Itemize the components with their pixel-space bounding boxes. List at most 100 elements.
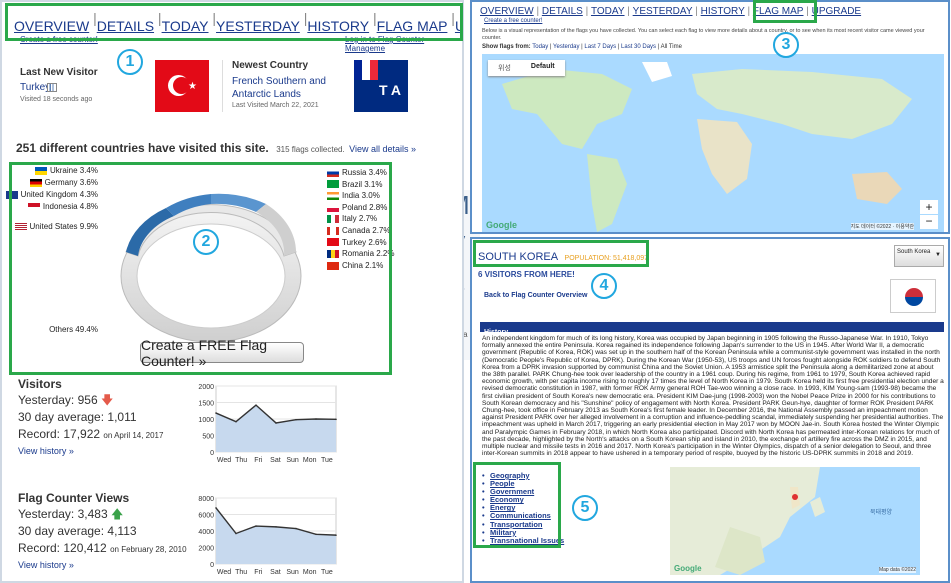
y-tick-label: 8000	[198, 496, 214, 503]
country-select[interactable]: South Korea ▼	[894, 245, 944, 267]
range-last-7-days[interactable]: Last 7 Days	[584, 44, 616, 50]
nav-upgrade[interactable]: UPGRADE	[812, 6, 861, 17]
history-bar: History	[480, 322, 944, 336]
highlight-topics	[473, 462, 561, 548]
data-point	[335, 534, 337, 536]
google-logo: Google	[486, 220, 517, 230]
south-korea-flag	[890, 279, 936, 313]
nav-overview[interactable]: OVERVIEW	[480, 6, 534, 17]
visitors-yesterday: Yesterday: 956 🡇	[18, 393, 114, 407]
data-point	[235, 532, 237, 535]
create-counter-link[interactable]: Create a free counter!	[484, 18, 542, 24]
callout-5: 5	[572, 495, 598, 521]
last-visitor-ago: Visited 18 seconds ago	[20, 96, 93, 103]
range-yesterday[interactable]: Yesterday	[553, 44, 579, 50]
y-tick-label: 2000	[198, 384, 214, 391]
callout-3: 3	[773, 32, 799, 58]
views-title: Flag Counter Views	[18, 491, 130, 505]
country-map[interactable]: 북태평양 Google Map data ©2022	[670, 467, 920, 575]
nav-yesterday[interactable]: YESTERDAY	[633, 6, 693, 17]
views-average: 30 day average: 4,113	[18, 524, 137, 538]
y-tick-label: 500	[202, 434, 214, 441]
map-data-credit: Map data ©2022	[878, 567, 916, 573]
newest-country-date: Last Visited March 22, 2021	[232, 102, 319, 109]
default-tab[interactable]: Default	[521, 60, 565, 76]
callout-4: 4	[591, 273, 617, 299]
arrow-up-icon: 🡅	[110, 507, 124, 521]
back-to-overview-link[interactable]: Back to Flag Counter Overview	[484, 292, 587, 299]
world-map[interactable]: 위성 Default + − Google 지도 데이터 ©2022 · 이용약…	[482, 54, 944, 232]
show-flags-row: Show flags from: Today | Yesterday | Las…	[482, 44, 682, 50]
x-tick-label: Fri	[254, 569, 263, 576]
visitors-chart: 2000 1500 1000 500 0Wed Thu Fri Sat Sun Mon Tue	[198, 384, 337, 464]
x-tick-label: Tue	[321, 569, 333, 576]
arrow-down-icon: 🡇	[100, 393, 114, 407]
visitors-history-link[interactable]: View history »	[18, 446, 74, 456]
x-tick-label: Wed	[217, 569, 231, 576]
y-tick-label: 0	[210, 562, 214, 569]
highlight-country-header	[473, 240, 649, 267]
zoom-in-button[interactable]: +	[920, 200, 938, 214]
ocean-label: 북태평양	[870, 510, 893, 516]
visitors-record: Record: 17,922 on April 14, 2017	[18, 427, 164, 441]
x-tick-label: Thu	[235, 569, 247, 576]
highlight-nav	[5, 3, 463, 41]
country-map-land	[670, 467, 825, 575]
y-tick-label: 1500	[198, 401, 214, 408]
callout-1: 1	[117, 49, 143, 75]
data-point	[255, 404, 257, 406]
data-point	[315, 533, 317, 536]
google-logo: Google	[674, 564, 702, 573]
countries-heading: 251 different countries have visited thi…	[16, 139, 416, 157]
x-tick-label: Sat	[270, 457, 281, 464]
satellite-tab[interactable]: 위성	[488, 60, 521, 76]
chevron-down-icon: ▼	[935, 252, 941, 258]
highlight-donut	[9, 162, 392, 375]
turkey-flag-large: ★	[155, 60, 209, 112]
x-tick-label: Sun	[286, 569, 299, 576]
views-yesterday: Yesterday: 3,483 🡅	[18, 507, 124, 521]
views-history-link[interactable]: View history »	[18, 560, 74, 570]
views-chart: 8000 6000 4000 2000 0Wed Thu Fri Sat Sun Mon Tue	[198, 496, 337, 576]
y-tick-label: 4000	[198, 529, 214, 536]
history-text: An independent kingdom for much of its l…	[482, 335, 944, 458]
data-point	[275, 422, 277, 424]
callout-2: 2	[193, 229, 219, 255]
last-visitor-title: Last New Visitor	[20, 67, 98, 78]
divider	[222, 60, 223, 112]
visitors-from-here: 6 VISITORS FROM HERE!	[478, 270, 575, 279]
data-point	[315, 418, 317, 420]
newest-country-name[interactable]: French Southern and Antarctic Lands	[232, 75, 347, 101]
x-tick-label: Sat	[270, 569, 281, 576]
data-point	[295, 418, 297, 421]
visitors-title: Visitors	[18, 377, 62, 391]
x-tick-label: Mon	[303, 569, 317, 576]
data-point	[335, 418, 337, 421]
french-southern-flag: T A	[354, 60, 408, 112]
y-tick-label: 2000	[198, 546, 214, 553]
range-today[interactable]: Today	[532, 44, 548, 50]
data-point	[215, 507, 217, 509]
x-tick-label: Wed	[217, 457, 231, 464]
nav-today[interactable]: TODAY	[591, 6, 625, 17]
nav-details[interactable]: DETAILS	[542, 6, 583, 17]
zoom-out-button[interactable]: −	[920, 215, 938, 229]
visitors-average: 30 day average: 1,011	[18, 410, 137, 424]
map-footer: 지도 데이터 ©2022 · 이용약관	[850, 223, 914, 230]
data-point	[275, 526, 277, 528]
range-all-time[interactable]: All Time	[661, 44, 682, 50]
last-visitor-country[interactable]: Turkey	[20, 82, 50, 93]
view-all-details-link[interactable]: View all details »	[349, 144, 416, 154]
countries-count: 251 different countries have visited thi…	[16, 141, 269, 155]
bar-chart-icon[interactable]	[47, 83, 57, 92]
range-last-30-days[interactable]: Last 30 Days	[621, 44, 656, 50]
y-tick-label: 0	[210, 450, 214, 457]
newest-country-title: Newest Country	[232, 60, 309, 71]
map-type-control: 위성 Default	[488, 60, 565, 76]
world-map-land	[502, 62, 912, 232]
highlight-flag-map	[753, 0, 817, 23]
views-record: Record: 120,412 on February 28, 2010	[18, 541, 187, 555]
y-tick-label: 1000	[198, 417, 214, 424]
nav-history[interactable]: HISTORY	[701, 6, 745, 17]
data-point	[235, 420, 237, 423]
